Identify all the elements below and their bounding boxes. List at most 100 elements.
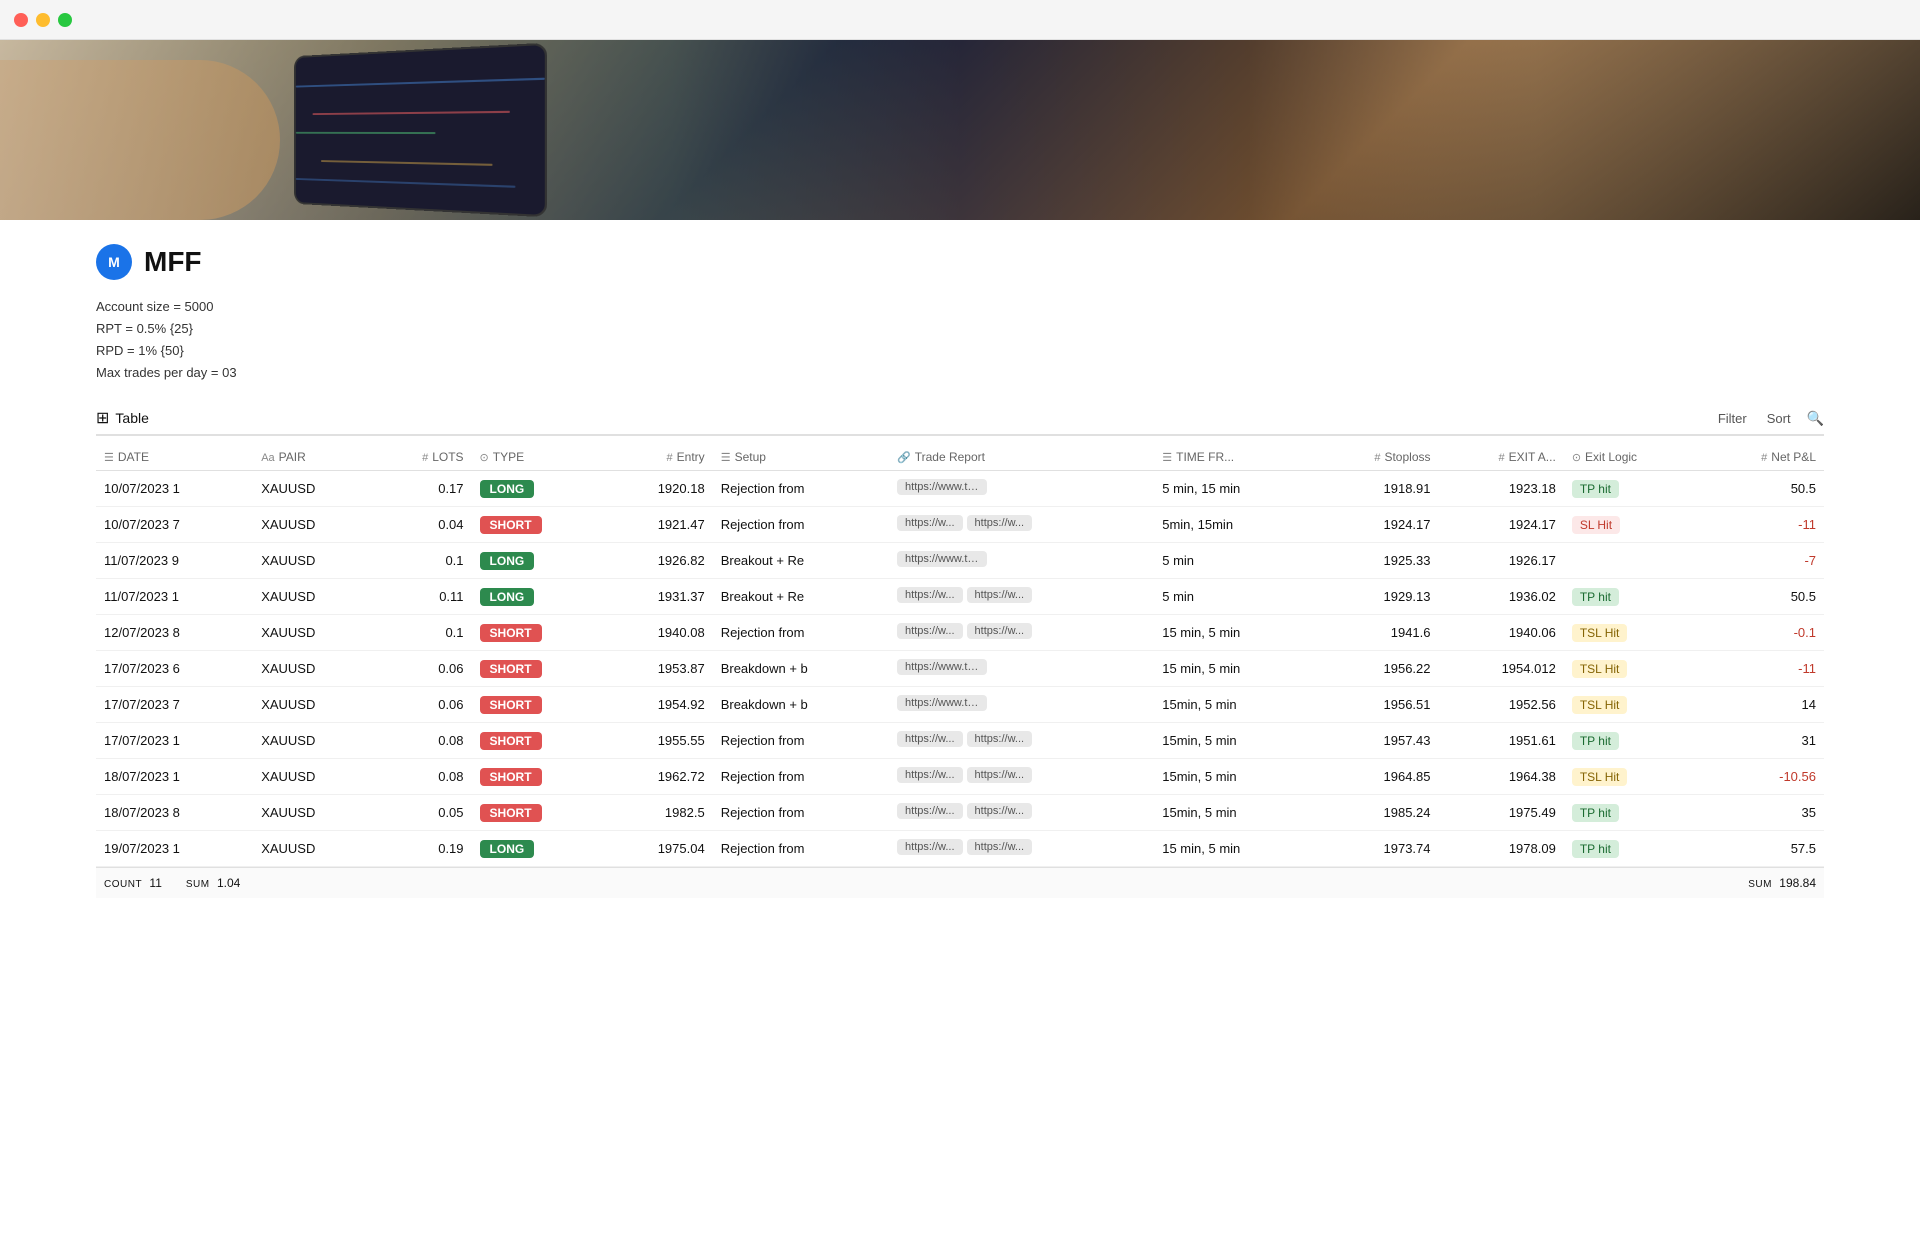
cell-date: 10/07/2023 1 xyxy=(96,471,253,507)
cell-exit-logic: TP hit xyxy=(1564,831,1703,867)
cell-exit-a: 1923.18 xyxy=(1439,471,1564,507)
trade-link[interactable]: https://w... xyxy=(967,803,1033,819)
cell-time-fr: 15 min, 5 min xyxy=(1154,831,1315,867)
cell-date: 17/07/2023 7 xyxy=(96,687,253,723)
table-label-text: Table xyxy=(115,410,148,426)
table-view-toggle[interactable]: ⊞ Table xyxy=(96,408,149,428)
cell-pair: XAUUSD xyxy=(253,795,373,831)
trade-link[interactable]: https://w... xyxy=(897,803,963,819)
cell-pair: XAUUSD xyxy=(253,471,373,507)
cell-date: 17/07/2023 1 xyxy=(96,723,253,759)
cell-type: SHORT xyxy=(472,615,605,651)
cell-setup: Rejection from xyxy=(713,759,889,795)
trade-link[interactable]: https://w... xyxy=(897,623,963,639)
filter-button[interactable]: Filter xyxy=(1714,409,1751,428)
cell-exit-logic: TSL Hit xyxy=(1564,759,1703,795)
cell-stoploss: 1918.91 xyxy=(1315,471,1438,507)
maximize-button[interactable] xyxy=(58,13,72,27)
max-trades-info: Max trades per day = 03 xyxy=(96,362,1824,384)
trade-link[interactable]: https://www.tr... xyxy=(897,695,987,711)
trade-link[interactable]: https://w... xyxy=(897,515,963,531)
trade-link[interactable]: https://w... xyxy=(897,587,963,603)
cell-net-pl: 50.5 xyxy=(1703,471,1824,507)
trade-link[interactable]: https://w... xyxy=(897,767,963,783)
cell-trade-report: https://w...https://w... xyxy=(889,831,1154,867)
cell-entry: 1931.37 xyxy=(605,579,713,615)
cell-exit-a: 1975.49 xyxy=(1439,795,1564,831)
cell-trade-report: https://www.tr... xyxy=(889,687,1154,723)
cell-exit-a: 1926.17 xyxy=(1439,543,1564,579)
cell-net-pl: 57.5 xyxy=(1703,831,1824,867)
cell-type: SHORT xyxy=(472,759,605,795)
trade-link[interactable]: https://www.tr... xyxy=(897,479,987,495)
table-row: 19/07/2023 1 XAUUSD 0.19 LONG 1975.04 Re… xyxy=(96,831,1824,867)
cell-date: 11/07/2023 1 xyxy=(96,579,253,615)
cell-type: LONG xyxy=(472,831,605,867)
cell-time-fr: 15min, 5 min xyxy=(1154,723,1315,759)
cell-time-fr: 15 min, 5 min xyxy=(1154,651,1315,687)
cell-lots: 0.06 xyxy=(373,651,471,687)
page-title: MFF xyxy=(144,246,202,278)
trade-link[interactable]: https://www.tr... xyxy=(897,659,987,675)
table-row: 11/07/2023 9 XAUUSD 0.1 LONG 1926.82 Bre… xyxy=(96,543,1824,579)
cell-lots: 0.19 xyxy=(373,831,471,867)
minimize-button[interactable] xyxy=(36,13,50,27)
cell-pair: XAUUSD xyxy=(253,687,373,723)
trade-link[interactable]: https://www.tr... xyxy=(897,551,987,567)
cell-date: 18/07/2023 8 xyxy=(96,795,253,831)
cell-net-pl: -7 xyxy=(1703,543,1824,579)
window-controls xyxy=(0,0,1920,40)
cell-setup: Breakout + Re xyxy=(713,543,889,579)
cell-trade-report: https://www.tr... xyxy=(889,471,1154,507)
trade-link[interactable]: https://w... xyxy=(967,623,1033,639)
cell-setup: Rejection from xyxy=(713,831,889,867)
trade-link[interactable]: https://w... xyxy=(897,731,963,747)
rpt-info: RPT = 0.5% {25} xyxy=(96,318,1824,340)
cell-setup: Breakdown + b xyxy=(713,687,889,723)
cell-pair: XAUUSD xyxy=(253,723,373,759)
search-icon[interactable]: 🔍 xyxy=(1807,410,1824,427)
close-button[interactable] xyxy=(14,13,28,27)
col-header-exit-logic: ⊙Exit Logic xyxy=(1564,444,1703,471)
cell-pair: XAUUSD xyxy=(253,507,373,543)
hero-banner xyxy=(0,40,1920,220)
cell-lots: 0.17 xyxy=(373,471,471,507)
trade-link[interactable]: https://w... xyxy=(967,839,1033,855)
cell-stoploss: 1941.6 xyxy=(1315,615,1438,651)
cell-trade-report: https://w...https://w... xyxy=(889,795,1154,831)
cell-exit-a: 1951.61 xyxy=(1439,723,1564,759)
col-header-setup: ☰Setup xyxy=(713,444,889,471)
cell-trade-report: https://www.tr... xyxy=(889,543,1154,579)
trade-link[interactable]: https://w... xyxy=(967,731,1033,747)
cell-type: SHORT xyxy=(472,507,605,543)
cell-entry: 1954.92 xyxy=(605,687,713,723)
trade-link[interactable]: https://w... xyxy=(967,515,1033,531)
cell-type: SHORT xyxy=(472,795,605,831)
cell-trade-report: https://www.tr... xyxy=(889,651,1154,687)
cell-time-fr: 15min, 5 min xyxy=(1154,687,1315,723)
trade-link[interactable]: https://w... xyxy=(967,587,1033,603)
cell-lots: 0.04 xyxy=(373,507,471,543)
cell-time-fr: 5 min xyxy=(1154,579,1315,615)
table-footer: COUNT 11 SUM 1.04 SUM 198.84 xyxy=(96,867,1824,898)
cell-date: 11/07/2023 9 xyxy=(96,543,253,579)
cell-stoploss: 1925.33 xyxy=(1315,543,1438,579)
cell-exit-logic: SL Hit xyxy=(1564,507,1703,543)
cell-pair: XAUUSD xyxy=(253,759,373,795)
cell-setup: Breakout + Re xyxy=(713,579,889,615)
cell-exit-a: 1964.38 xyxy=(1439,759,1564,795)
cell-exit-logic: TP hit xyxy=(1564,795,1703,831)
cell-pair: XAUUSD xyxy=(253,651,373,687)
sort-button[interactable]: Sort xyxy=(1763,409,1795,428)
table-row: 18/07/2023 8 XAUUSD 0.05 SHORT 1982.5 Re… xyxy=(96,795,1824,831)
trade-link[interactable]: https://w... xyxy=(897,839,963,855)
cell-setup: Rejection from xyxy=(713,471,889,507)
cell-exit-a: 1924.17 xyxy=(1439,507,1564,543)
cell-lots: 0.11 xyxy=(373,579,471,615)
cell-setup: Rejection from xyxy=(713,507,889,543)
trade-link[interactable]: https://w... xyxy=(967,767,1033,783)
cell-entry: 1953.87 xyxy=(605,651,713,687)
cell-setup: Rejection from xyxy=(713,615,889,651)
col-header-date: ☰DATE xyxy=(96,444,253,471)
cell-trade-report: https://w...https://w... xyxy=(889,615,1154,651)
